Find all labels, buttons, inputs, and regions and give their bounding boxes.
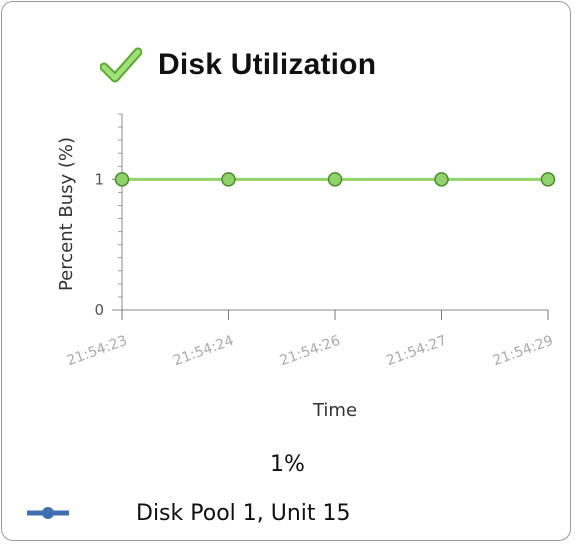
legend: Disk Pool 1, Unit 15 — [26, 497, 351, 529]
data-point — [114, 172, 130, 187]
data-point — [540, 172, 556, 187]
x-tick-label: 21:54:24 — [171, 333, 236, 370]
y-tick-label: 1 — [94, 170, 104, 188]
y-tick-label: 0 — [94, 301, 104, 319]
x-tick-label: 21:54:23 — [65, 333, 130, 370]
x-tick-label: 21:54:27 — [384, 333, 449, 370]
data-point — [221, 172, 236, 187]
y-axis-title: Percent Busy (%) — [56, 137, 77, 291]
x-axis-title: Time — [312, 400, 357, 421]
x-tick-label: 21:54:26 — [278, 333, 343, 370]
current-value: 1% — [270, 452, 305, 477]
line-series-marker-icon — [27, 507, 69, 519]
x-tick-label: 21:54:29 — [491, 333, 556, 370]
data-point — [327, 172, 343, 187]
legend-label: Disk Pool 1, Unit 15 — [136, 500, 351, 526]
data-point — [434, 172, 449, 187]
